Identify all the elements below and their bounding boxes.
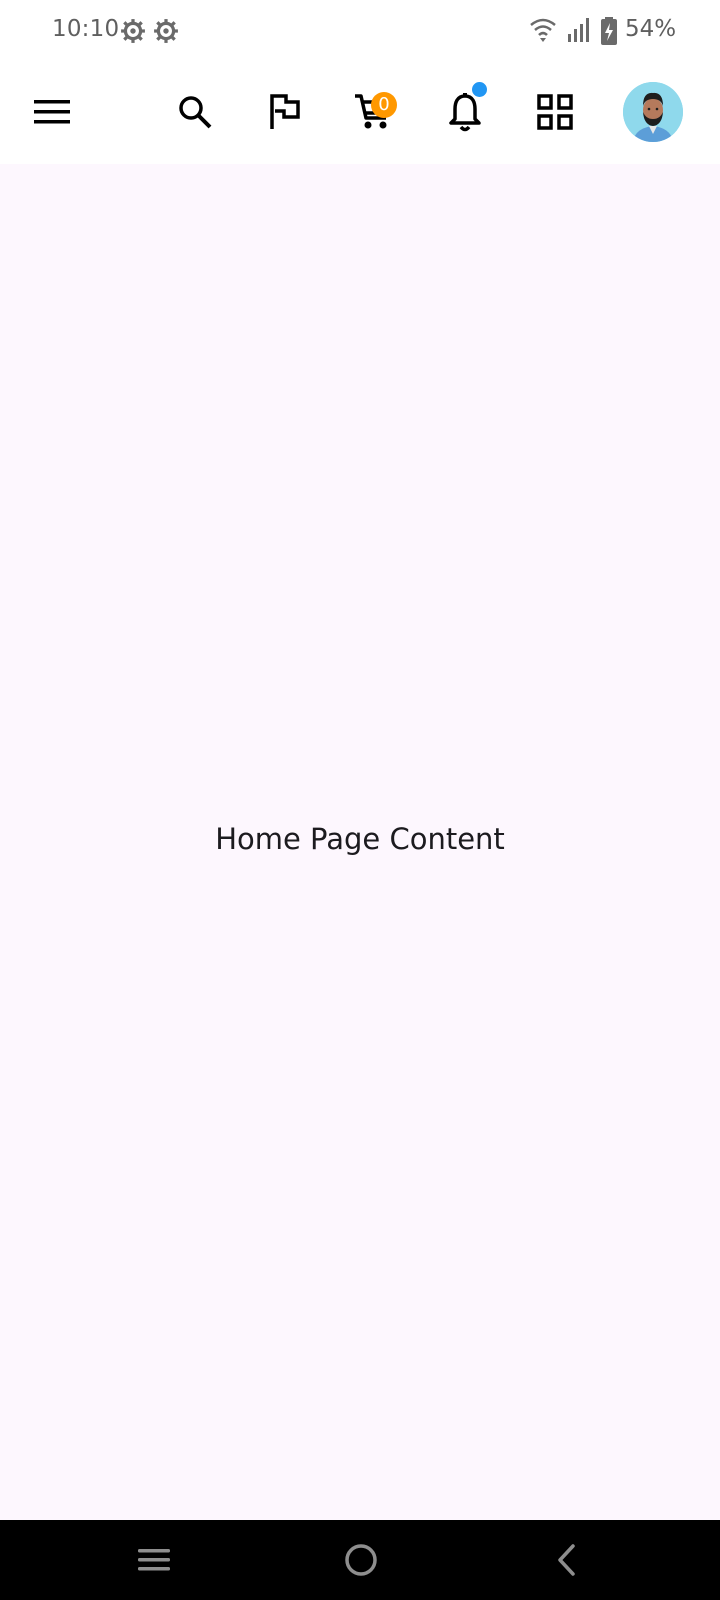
grid-icon <box>537 94 573 130</box>
menu-button[interactable] <box>22 82 82 142</box>
battery-percentage: 54% <box>625 16 677 42</box>
cell-signal-icon <box>568 18 589 42</box>
menu-icon <box>34 100 70 124</box>
status-time: 10:10 <box>52 16 120 42</box>
back-button[interactable] <box>545 1538 589 1582</box>
flag-icon <box>270 94 300 129</box>
flag-button[interactable] <box>255 82 315 142</box>
recents-icon <box>138 1549 170 1571</box>
bell-icon <box>449 93 481 132</box>
settings-gear-icon <box>154 19 178 43</box>
cart-count-badge: 0 <box>371 92 397 118</box>
home-page-content-text: Home Page Content <box>215 822 505 856</box>
system-navigation-bar <box>0 1520 720 1600</box>
search-button[interactable] <box>165 82 225 142</box>
notification-dot <box>472 82 487 97</box>
search-icon <box>179 96 212 129</box>
home-icon <box>345 1544 377 1576</box>
avatar[interactable] <box>623 82 683 142</box>
recents-button[interactable] <box>132 1538 176 1582</box>
app-bar <box>0 62 720 164</box>
home-button[interactable] <box>339 1538 383 1582</box>
status-bar: 10:10 54% <box>0 0 720 62</box>
user-avatar-icon <box>623 82 683 142</box>
battery-charging-icon <box>601 17 617 45</box>
main-content: Home Page Content <box>0 164 720 1520</box>
settings-gear-icon <box>121 19 145 43</box>
back-icon <box>558 1544 575 1576</box>
wifi-icon <box>530 18 556 42</box>
apps-grid-button[interactable] <box>525 82 585 142</box>
